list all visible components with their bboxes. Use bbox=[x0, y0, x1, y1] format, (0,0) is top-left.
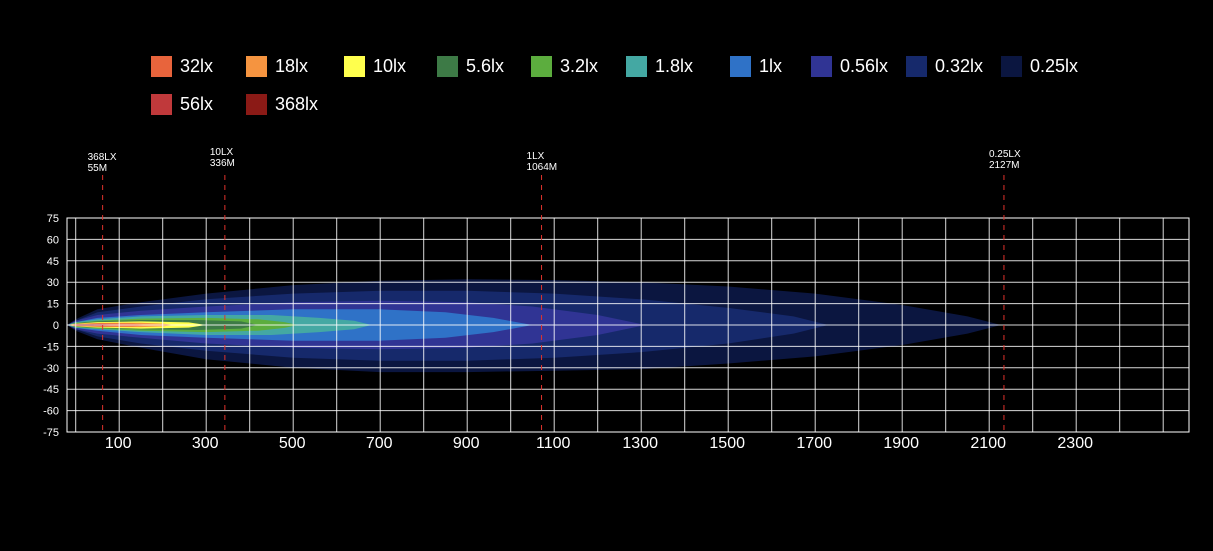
legend-label-56lx: 56lx bbox=[180, 94, 213, 114]
y-tick-label: 60 bbox=[47, 234, 59, 246]
legend-label-5-6lx: 5.6lx bbox=[466, 56, 504, 76]
legend-label-18lx: 18lx bbox=[275, 56, 308, 76]
x-tick-label: 1300 bbox=[622, 435, 658, 452]
marker-label-distance: 336M bbox=[210, 158, 235, 169]
marker-label-lux: 368LX bbox=[88, 152, 117, 163]
legend-swatch-0-56lx bbox=[811, 56, 832, 77]
legend-label-1-8lx: 1.8lx bbox=[655, 56, 693, 76]
legend-swatch-5-6lx bbox=[437, 56, 458, 77]
legend-swatch-1-8lx bbox=[626, 56, 647, 77]
legend-swatch-10lx bbox=[344, 56, 365, 77]
x-tick-label: 700 bbox=[366, 435, 393, 452]
marker-label-distance: 55M bbox=[88, 163, 107, 174]
legend-swatch-0-25lx bbox=[1001, 56, 1022, 77]
legend-label-0-25lx: 0.25lx bbox=[1030, 56, 1078, 76]
y-tick-label: -45 bbox=[43, 384, 59, 396]
x-tick-label: 900 bbox=[453, 435, 480, 452]
x-tick-label: 1500 bbox=[709, 435, 745, 452]
marker-label-distance: 1064M bbox=[527, 162, 558, 173]
y-tick-label: 0 bbox=[53, 320, 59, 332]
y-tick-label: 45 bbox=[47, 256, 59, 268]
x-tick-label: 500 bbox=[279, 435, 306, 452]
legend-swatch-0-32lx bbox=[906, 56, 927, 77]
x-tick-label: 300 bbox=[192, 435, 219, 452]
marker-label-lux: 0.25LX bbox=[989, 149, 1021, 160]
legend-swatch-32lx bbox=[151, 56, 172, 77]
legend-swatch-56lx bbox=[151, 94, 172, 115]
legend-label-32lx: 32lx bbox=[180, 56, 213, 76]
x-tick-label: 1700 bbox=[796, 435, 832, 452]
y-tick-label: 75 bbox=[47, 213, 59, 225]
legend-label-10lx: 10lx bbox=[373, 56, 406, 76]
y-tick-label: -75 bbox=[43, 427, 59, 439]
x-tick-label: 100 bbox=[105, 435, 132, 452]
y-tick-label: -60 bbox=[43, 406, 59, 418]
legend-label-0-56lx: 0.56lx bbox=[840, 56, 888, 76]
x-tick-label: 2100 bbox=[970, 435, 1006, 452]
y-tick-label: 30 bbox=[47, 277, 59, 289]
legend-swatch-368lx bbox=[246, 94, 267, 115]
legend-label-0-32lx: 0.32lx bbox=[935, 56, 983, 76]
x-tick-label: 1100 bbox=[536, 435, 571, 452]
marker-label-distance: 2127M bbox=[989, 160, 1020, 171]
y-tick-label: -30 bbox=[43, 363, 59, 375]
beam-pattern-chart: 32lx 18lx 10lx 5.6lx 3.2lx 1.8lx 1lx 0.56lx 0.32… bbox=[0, 0, 1213, 551]
chart-background bbox=[0, 0, 1213, 551]
marker-label-lux: 10LX bbox=[210, 147, 234, 158]
y-tick-label: 15 bbox=[47, 299, 59, 311]
legend-swatch-3-2lx bbox=[531, 56, 552, 77]
legend-label-1lx: 1lx bbox=[759, 56, 782, 76]
legend-swatch-18lx bbox=[246, 56, 267, 77]
legend-label-368lx: 368lx bbox=[275, 94, 318, 114]
marker-label-lux: 1LX bbox=[527, 151, 545, 162]
x-tick-label: 2300 bbox=[1057, 435, 1093, 452]
legend-label-3-2lx: 3.2lx bbox=[560, 56, 598, 76]
x-tick-label: 1900 bbox=[883, 435, 919, 452]
y-tick-label: -15 bbox=[43, 341, 59, 353]
legend-swatch-1lx bbox=[730, 56, 751, 77]
